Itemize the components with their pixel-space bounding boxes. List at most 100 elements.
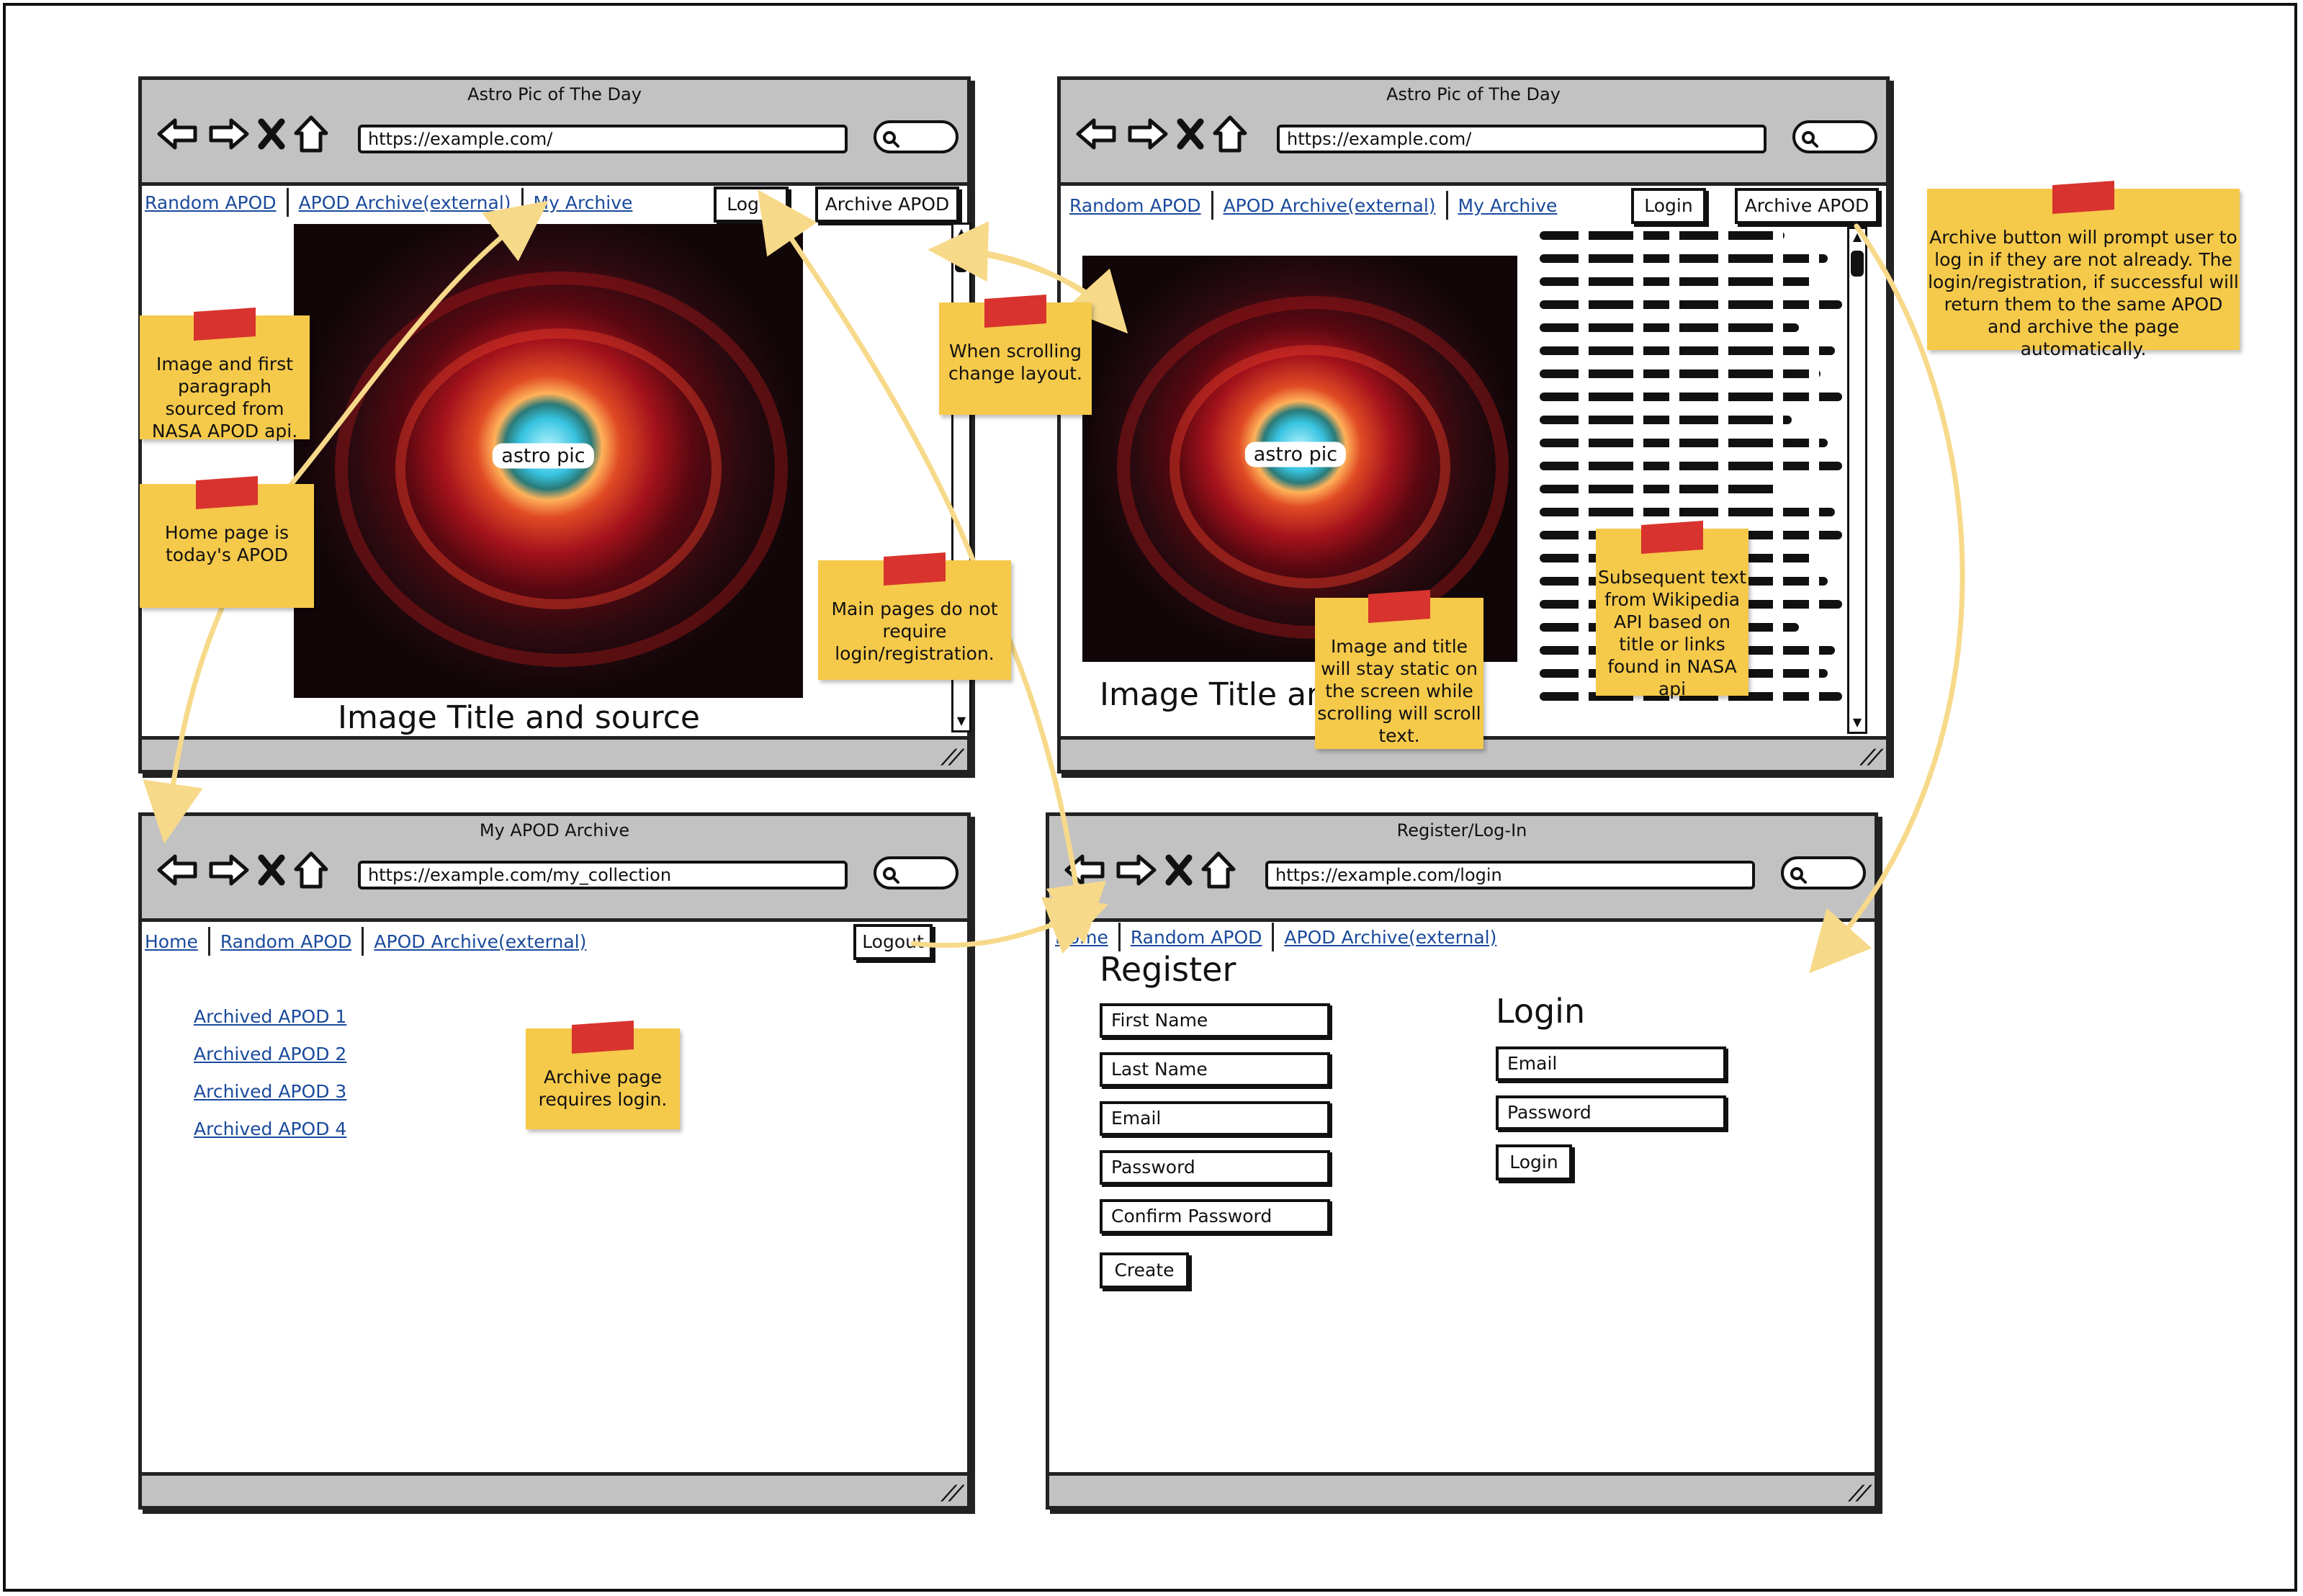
- nav-link-random-apod[interactable]: Random APOD: [1069, 195, 1211, 216]
- url-input[interactable]: https://example.com/: [1277, 125, 1766, 153]
- window-title: Register/Log-In: [1396, 820, 1527, 840]
- note-tape: [194, 307, 256, 341]
- note-text: Archive button will prompt user to log i…: [1928, 227, 2239, 359]
- nav-link-random-apod[interactable]: Random APOD: [145, 192, 287, 213]
- logout-button[interactable]: Logout: [853, 924, 933, 960]
- stop-icon[interactable]: [1176, 116, 1205, 152]
- browser-chrome: Register/Log-In https://example.com/logi…: [1049, 816, 1875, 922]
- scroll-up-icon[interactable]: ▲: [1849, 229, 1865, 246]
- scroll-up-icon[interactable]: ▲: [953, 225, 969, 242]
- note-text: Home page is today's APOD: [164, 522, 289, 565]
- nav-link-my-archive[interactable]: My Archive: [534, 192, 643, 213]
- back-icon[interactable]: [1075, 116, 1118, 152]
- picture-label: astro pic: [493, 443, 594, 469]
- search-icon: [883, 867, 899, 884]
- note-image-source: Image and first paragraph sourced from N…: [140, 307, 310, 441]
- search-button[interactable]: [1781, 856, 1866, 889]
- archived-apod-link[interactable]: Archived APOD 1: [194, 1006, 346, 1027]
- scroll-thumb[interactable]: [1851, 251, 1864, 277]
- nav-link-random-apod[interactable]: Random APOD: [220, 931, 362, 952]
- nav-icons: [1064, 845, 1236, 895]
- search-button[interactable]: [874, 856, 959, 889]
- scroll-down-icon[interactable]: ▼: [1849, 714, 1865, 732]
- stop-icon[interactable]: [257, 852, 286, 888]
- note-tape: [572, 1020, 634, 1054]
- note-text: When scrolling change layout.: [948, 341, 1082, 384]
- forward-icon[interactable]: [207, 116, 250, 152]
- note-text: Main pages do not require login/registra…: [831, 598, 998, 664]
- home-icon[interactable]: [1200, 851, 1236, 889]
- nav-link-apod-archive[interactable]: APOD Archive(external): [1284, 927, 1507, 948]
- register-password-field[interactable]: Password: [1100, 1150, 1330, 1185]
- nav-separator: [1211, 191, 1213, 220]
- note-main-pages: Main pages do not require login/registra…: [818, 552, 1011, 680]
- login-email-field[interactable]: Email: [1496, 1046, 1726, 1081]
- nav-link-apod-archive[interactable]: APOD Archive(external): [299, 192, 521, 213]
- note-tape: [2052, 180, 2114, 215]
- back-icon[interactable]: [1064, 852, 1107, 888]
- home-icon[interactable]: [293, 851, 329, 889]
- back-icon[interactable]: [156, 852, 199, 888]
- scroll-thumb[interactable]: [955, 246, 968, 272]
- image-title: Image Title an: [1100, 676, 1326, 713]
- login-heading: Login: [1496, 992, 1586, 1031]
- resize-grip-icon[interactable]: //: [938, 1481, 967, 1505]
- login-submit-button[interactable]: Login: [1496, 1144, 1572, 1180]
- resize-grip-icon[interactable]: //: [1846, 1481, 1875, 1505]
- nav-separator: [207, 927, 210, 956]
- note-archive-login: Archive page requires login.: [526, 1020, 680, 1129]
- home-icon[interactable]: [293, 115, 329, 153]
- note-tape: [1368, 589, 1430, 624]
- nav-separator: [286, 188, 289, 217]
- stop-icon[interactable]: [1164, 852, 1193, 888]
- forward-icon[interactable]: [207, 852, 250, 888]
- first-name-field[interactable]: First Name: [1100, 1003, 1330, 1038]
- url-input[interactable]: https://example.com/login: [1265, 861, 1755, 889]
- create-button[interactable]: Create: [1100, 1252, 1189, 1288]
- nav-icons: [156, 109, 329, 159]
- nav-link-apod-archive[interactable]: APOD Archive(external): [1224, 195, 1446, 216]
- archive-apod-button[interactable]: Archive APOD: [1735, 188, 1879, 224]
- nav-links: Home Random APOD APOD Archive(external): [145, 927, 596, 956]
- search-button[interactable]: [874, 120, 959, 153]
- archived-apod-link[interactable]: Archived APOD 3: [194, 1081, 346, 1102]
- nav-link-random-apod[interactable]: Random APOD: [1131, 927, 1272, 948]
- login-password-field[interactable]: Password: [1496, 1095, 1726, 1130]
- picture-label: astro pic: [1244, 441, 1347, 467]
- archive-apod-button[interactable]: Archive APOD: [815, 187, 959, 223]
- stop-icon[interactable]: [257, 116, 286, 152]
- nav-separator: [362, 927, 364, 956]
- search-icon: [1790, 867, 1807, 884]
- scrollbar[interactable]: ▲ ▼: [1847, 227, 1867, 734]
- nav-separator: [1272, 923, 1275, 951]
- archived-apod-link[interactable]: Archived APOD 2: [194, 1044, 346, 1064]
- scroll-down-icon[interactable]: ▼: [953, 713, 969, 730]
- nav-separator: [521, 188, 524, 217]
- nav-links: Random APOD APOD Archive(external) My Ar…: [145, 188, 642, 217]
- note-static-image: Image and title will stay static on the …: [1315, 589, 1483, 749]
- archived-apod-link[interactable]: Archived APOD 4: [194, 1118, 346, 1139]
- url-input[interactable]: https://example.com/: [358, 125, 848, 153]
- back-icon[interactable]: [156, 116, 199, 152]
- note-tape: [884, 552, 946, 586]
- note-text: Subsequent text from Wikipedia API based…: [1597, 567, 1747, 699]
- note-tape: [196, 475, 258, 510]
- home-icon[interactable]: [1212, 115, 1248, 153]
- last-name-field[interactable]: Last Name: [1100, 1052, 1330, 1087]
- forward-icon[interactable]: [1126, 116, 1169, 152]
- nav-link-my-archive[interactable]: My Archive: [1458, 195, 1568, 216]
- register-email-field[interactable]: Email: [1100, 1101, 1330, 1136]
- nav-link-apod-archive[interactable]: APOD Archive(external): [374, 931, 596, 952]
- resize-grip-icon[interactable]: //: [938, 745, 967, 768]
- resize-grip-icon[interactable]: //: [1857, 745, 1886, 768]
- login-button[interactable]: Login: [714, 187, 789, 223]
- confirm-password-field[interactable]: Confirm Password: [1100, 1199, 1330, 1234]
- url-input[interactable]: https://example.com/my_collection: [358, 861, 848, 889]
- search-button[interactable]: [1792, 120, 1877, 153]
- browser-chrome: Astro Pic of The Day https://example.com…: [1061, 80, 1886, 186]
- note-wikipedia: Subsequent text from Wikipedia API based…: [1596, 520, 1748, 699]
- forward-icon[interactable]: [1114, 852, 1157, 888]
- nav-link-home[interactable]: Home: [145, 931, 208, 952]
- login-button[interactable]: Login: [1631, 188, 1706, 224]
- nav-link-home[interactable]: Home: [1055, 927, 1118, 948]
